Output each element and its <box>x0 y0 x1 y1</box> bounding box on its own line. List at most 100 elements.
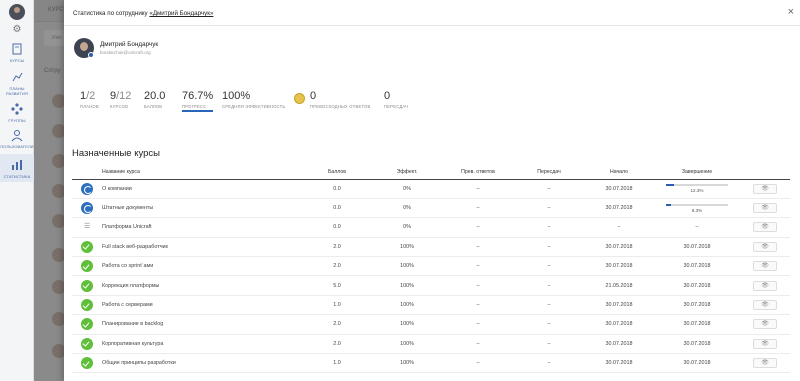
col-header-start[interactable]: Начало <box>584 166 654 180</box>
cell-end: – <box>654 217 740 238</box>
completed-check-icon <box>81 357 93 370</box>
view-eye-icon[interactable]: 👁 <box>753 222 777 233</box>
stat-label: ПЛАНОВ <box>80 104 99 109</box>
cell-excellent: – <box>442 217 514 238</box>
col-header-excellent[interactable]: Прев. ответов <box>442 166 514 180</box>
table-row[interactable]: Штатные документы 0.0 0% – –30.07.2018 8.3% 👁 <box>72 198 790 219</box>
nav-item-groups[interactable]: ГРУППЫ <box>0 102 34 123</box>
cell-efficiency: 100% <box>372 295 442 316</box>
cell-start: 30.07.2018 <box>584 334 654 355</box>
view-eye-icon[interactable]: 👁 <box>753 358 777 369</box>
cell-end: 30.07.2018 <box>654 314 740 335</box>
stat-total: /2 <box>86 90 96 102</box>
employee-link[interactable]: «Дмитрий Бондарчук» <box>149 10 213 17</box>
cell-excellent: – <box>442 334 514 355</box>
cell-course-name[interactable]: Full stack веб-разработчик <box>102 237 302 258</box>
cell-score: 1.0 <box>302 353 372 374</box>
background-search-placeholder: Имя <box>52 35 62 41</box>
current-user-avatar[interactable] <box>9 4 25 20</box>
cell-actions: 👁 <box>740 334 790 355</box>
stat-retakes: 0 ПЕРЕСДАЧ <box>384 90 408 109</box>
cell-retakes: – <box>514 179 584 199</box>
cell-status <box>72 217 102 238</box>
table-row[interactable]: Full stack веб-разработчик 2.0 100% – –30.07… <box>72 237 790 258</box>
cell-status <box>72 314 102 335</box>
table-row[interactable]: Общие принципы разработки 1.0 100% – –30.07.… <box>72 353 790 374</box>
cell-end: 30.07.2018 <box>654 275 740 296</box>
nav-item-statistics[interactable]: СТАТИСТИКА <box>0 154 34 182</box>
col-header-actions <box>740 166 790 180</box>
cell-course-name[interactable]: Штатные документы <box>102 198 302 219</box>
cell-retakes: – <box>514 295 584 316</box>
cell-course-name[interactable]: О компании <box>102 179 302 199</box>
assigned-courses-table: Название курса Баллов Эффект. Прев. отве… <box>72 166 790 374</box>
cell-actions: 👁 <box>740 198 790 219</box>
stat-excellent-answers: 0 ПРЕВОСХОДНЫХ ОТВЕТОВ <box>310 90 370 109</box>
cell-retakes: – <box>514 353 584 374</box>
view-eye-icon[interactable]: 👁 <box>753 203 777 214</box>
cell-excellent: – <box>442 295 514 316</box>
cell-course-name[interactable]: Работа со sprint`ами <box>102 256 302 277</box>
user-name: Дмитрий Бондарчук <box>100 41 159 48</box>
close-icon[interactable]: × <box>788 6 794 18</box>
course-progress-bar <box>666 184 728 187</box>
table-row[interactable]: О компании 0.0 0% – –30.07.2018 12.3% 👁 <box>72 179 790 199</box>
nav-item-courses[interactable]: КУРСЫ <box>0 42 34 63</box>
cell-course-name[interactable]: Общие принципы разработки <box>102 353 302 374</box>
view-eye-icon[interactable]: 👁 <box>753 280 777 291</box>
table-row[interactable]: Корпоративная культура 2.0 100% – –30.07.201… <box>72 334 790 355</box>
view-eye-icon[interactable]: 👁 <box>753 319 777 330</box>
completed-check-icon <box>81 279 93 292</box>
cell-end: 30.07.2018 <box>654 353 740 374</box>
panel-header: Статистика по сотруднику «Дмитрий Бондар… <box>64 0 800 26</box>
settings-gear-icon[interactable]: ⚙ <box>11 24 23 36</box>
nav-item-plans[interactable]: ПЛАНЫ РАЗВИТИЯ <box>0 70 34 96</box>
nav-item-users[interactable]: ПОЛЬЗОВАТЕЛИ <box>0 128 34 149</box>
table-row[interactable]: Планирование в backlog 2.0 100% – –30.07.201… <box>72 314 790 335</box>
cell-start: 30.07.2018 <box>584 179 654 199</box>
view-eye-icon[interactable]: 👁 <box>753 183 777 194</box>
nav-item-label: ПЛАНЫ РАЗВИТИЯ <box>6 86 28 96</box>
cell-start: 30.07.2018 <box>584 314 654 335</box>
cell-start: 30.07.2018 <box>584 295 654 316</box>
view-eye-icon[interactable]: 👁 <box>753 338 777 349</box>
in-progress-icon <box>81 182 93 195</box>
course-progress-value: 12.3% <box>690 188 704 194</box>
col-header-end[interactable]: Завершение <box>654 166 740 180</box>
cell-course-name[interactable]: Планирование в backlog <box>102 314 302 335</box>
user-email: bondarchuk@unicraft.org <box>100 50 151 55</box>
cell-excellent: – <box>442 275 514 296</box>
table-row[interactable]: Платформа Unicraft0.00%––––👁 <box>72 217 790 238</box>
table-row[interactable]: Коррекция платформы 5.0 100% – –21.05.2018 30… <box>72 275 790 296</box>
cell-course-name[interactable]: Коррекция платформы <box>102 275 302 296</box>
completed-check-icon <box>81 318 93 331</box>
col-header-retakes[interactable]: Пересдач <box>514 166 584 180</box>
view-eye-icon[interactable]: 👁 <box>753 241 777 252</box>
background-tab: Сотру <box>44 68 61 74</box>
cell-start: 30.07.2018 <box>584 198 654 219</box>
col-header-course-name[interactable]: Название курса <box>102 166 302 180</box>
table-row[interactable]: Работа со sprint`ами 2.0 100% – –30.07.2018 3… <box>72 256 790 277</box>
cell-score: 0.0 <box>302 198 372 219</box>
cell-status <box>72 256 102 277</box>
course-progress-fill <box>666 184 674 187</box>
cell-course-name[interactable]: Работа с серверами <box>102 295 302 316</box>
nav-item-label: ПОЛЬЗОВАТЕЛИ <box>0 144 34 149</box>
view-eye-icon[interactable]: 👁 <box>753 261 777 272</box>
cell-status <box>72 334 102 355</box>
cell-course-name[interactable]: Корпоративная культура <box>102 334 302 355</box>
stat-value: 20.0 <box>144 90 166 102</box>
view-eye-icon[interactable]: 👁 <box>753 300 777 311</box>
cell-end: 30.07.2018 <box>654 295 740 316</box>
groups-icon <box>11 103 23 115</box>
cell-excellent: – <box>442 353 514 374</box>
cell-score: 2.0 <box>302 334 372 355</box>
col-header-efficiency[interactable]: Эффект. <box>372 166 442 180</box>
cell-start: 21.05.2018 <box>584 275 654 296</box>
stat-score: 20.0 БАЛЛОВ <box>144 90 165 109</box>
stat-efficiency: 100% СРЕДНЯЯ ЭФФЕКТИВНОСТЬ <box>222 90 285 109</box>
cell-end: 30.07.2018 <box>654 237 740 258</box>
table-row[interactable]: Работа с серверами 1.0 100% – –30.07.2018 30.… <box>72 295 790 316</box>
col-header-score[interactable]: Баллов <box>302 166 372 180</box>
cell-course-name[interactable]: Платформа Unicraft <box>102 217 302 238</box>
